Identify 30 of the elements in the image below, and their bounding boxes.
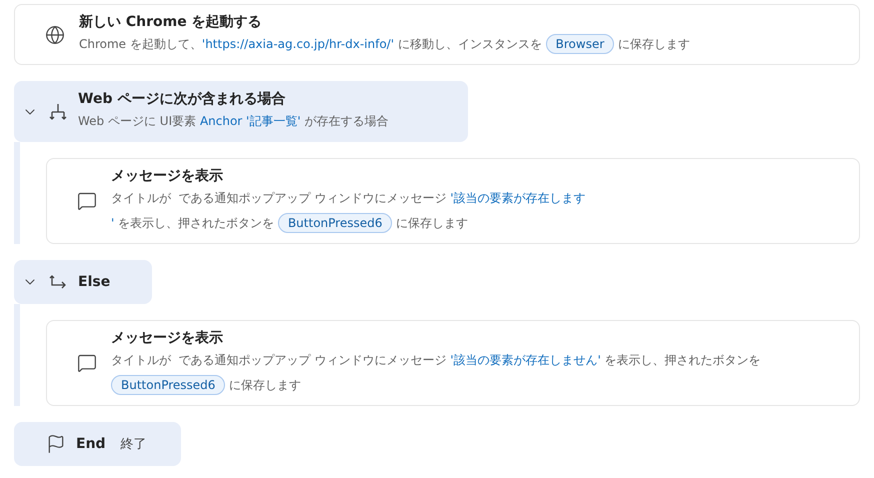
step-title: Else (78, 273, 110, 292)
value-text: '該当の要素が存在しません' (450, 353, 601, 367)
end-header[interactable]: End 終了 (14, 422, 181, 466)
speech-bubble-icon (77, 353, 97, 373)
else-header[interactable]: Else (14, 260, 152, 304)
step-subtitle: 終了 (120, 436, 147, 453)
variable-chip[interactable]: Browser (546, 34, 614, 54)
step-description: Chrome を起動して、'https://axia-ag.co.jp/hr-dx-info/' に移動し、インスタンスを Browser に保存します (79, 32, 690, 57)
condition-header[interactable]: Web ページに次が含まれる場合 Web ページに UI要素 Anchor '記事一覧' が存在する場合 (14, 81, 468, 142)
step-description: Web ページに UI要素 Anchor '記事一覧' が存在する場合 (78, 113, 388, 130)
step-title: メッセージを表示 (111, 167, 224, 186)
step-title: End (76, 435, 106, 454)
variable-chip[interactable]: ButtonPressed6 (278, 213, 392, 233)
value-text: '該当の要素が存在します (450, 191, 586, 205)
step-description: タイトルが である通知ポップアップ ウィンドウにメッセージ '該当の要素が存在しません' を表示し、押されたボタンを ButtonPressed6 に保存します (111, 348, 843, 398)
value-text: Anchor '記事一覧' (200, 114, 301, 128)
step-title: 新しい Chrome を起動する (79, 12, 263, 32)
speech-bubble-icon (77, 191, 97, 211)
branch-icon (48, 102, 68, 122)
step-description: タイトルが である通知ポップアップ ウィンドウにメッセージ '該当の要素が存在します ' を表示し、押されたボタンを ButtonPressed6 に保存します (111, 186, 586, 236)
action-card[interactable]: メッセージを表示 タイトルが である通知ポップアップ ウィンドウにメッセージ '該当の要素が存在します ' を表示し、押されたボタンを ButtonPressed6 に保存します (46, 158, 860, 244)
variable-chip[interactable]: ButtonPressed6 (111, 375, 226, 395)
value-text: 'https://axia-ag.co.jp/hr-dx-info/' (202, 37, 394, 51)
action-card[interactable]: 新しい Chrome を起動する Chrome を起動して、'https://axia-ag.co.jp/hr-dx-info/' に移動し、インスタンスを Browser に保存します (14, 4, 860, 65)
value-text: ' (111, 216, 114, 230)
globe-icon (45, 24, 65, 44)
step-title: メッセージを表示 (111, 329, 224, 348)
step-title: Web ページに次が含まれる場合 (78, 90, 286, 109)
action-card[interactable]: メッセージを表示 タイトルが である通知ポップアップ ウィンドウにメッセージ '該当の要素が存在しません' を表示し、押されたボタンを ButtonPressed6 に保存します (46, 320, 860, 406)
flag-icon (46, 434, 66, 454)
